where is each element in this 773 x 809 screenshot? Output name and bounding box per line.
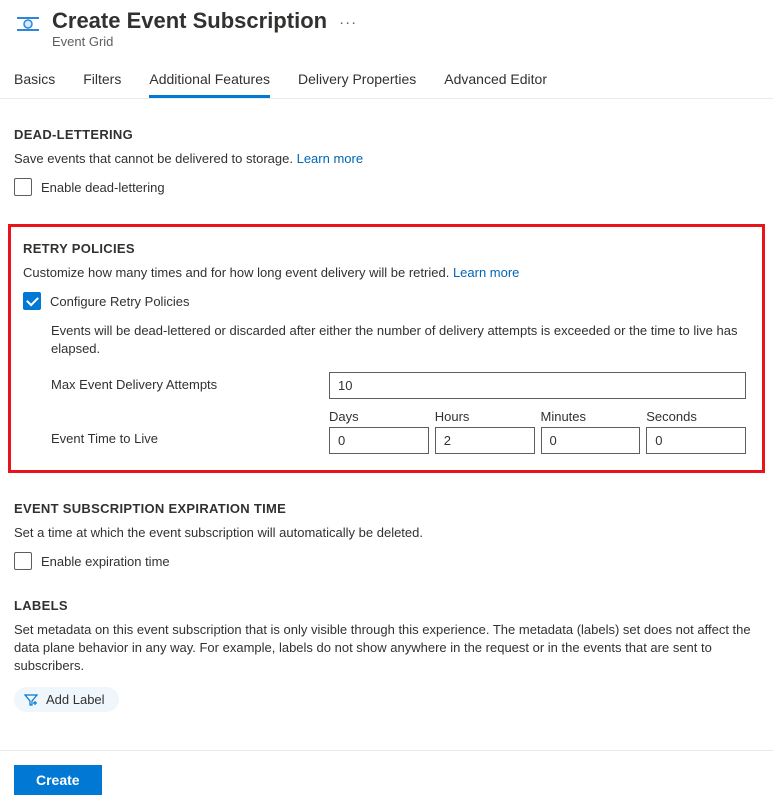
tab-delivery-properties[interactable]: Delivery Properties: [298, 71, 416, 98]
enable-dead-lettering-checkbox[interactable]: [14, 178, 32, 196]
dead-lettering-header: DEAD-LETTERING: [14, 127, 759, 142]
add-label-text: Add Label: [46, 692, 105, 707]
add-label-button[interactable]: Add Label: [14, 687, 119, 712]
ttl-hours-label: Hours: [435, 409, 535, 424]
more-actions-button[interactable]: ···: [333, 14, 363, 31]
filter-add-icon: [24, 694, 38, 706]
retry-policies-desc: Customize how many times and for how lon…: [23, 264, 746, 282]
expiration-desc: Set a time at which the event subscripti…: [14, 524, 759, 542]
enable-expiration-checkbox[interactable]: [14, 552, 32, 570]
page-header: Create Event Subscription ··· Event Grid: [0, 0, 773, 53]
enable-dead-lettering-label: Enable dead-lettering: [41, 180, 165, 195]
max-attempts-input[interactable]: [329, 372, 746, 399]
labels-desc: Set metadata on this event subscription …: [14, 621, 759, 675]
tab-filters[interactable]: Filters: [83, 71, 121, 98]
ttl-days-label: Days: [329, 409, 429, 424]
ttl-seconds-label: Seconds: [646, 409, 746, 424]
configure-retry-checkbox[interactable]: [23, 292, 41, 310]
tab-bar: Basics Filters Additional Features Deliv…: [0, 53, 773, 99]
labels-section: LABELS Set metadata on this event subscr…: [14, 598, 759, 712]
labels-header: LABELS: [14, 598, 759, 613]
retry-policies-learn-more-link[interactable]: Learn more: [453, 265, 519, 280]
page-subtitle: Event Grid: [52, 34, 759, 49]
retry-note: Events will be dead-lettered or discarde…: [51, 322, 746, 358]
expiration-section: EVENT SUBSCRIPTION EXPIRATION TIME Set a…: [14, 501, 759, 570]
event-grid-icon: [14, 10, 42, 38]
ttl-minutes-input[interactable]: [541, 427, 641, 454]
ttl-hours-input[interactable]: [435, 427, 535, 454]
ttl-days-input[interactable]: [329, 427, 429, 454]
retry-policies-desc-text: Customize how many times and for how lon…: [23, 265, 449, 280]
ttl-label: Event Time to Live: [51, 409, 321, 454]
tab-additional-features[interactable]: Additional Features: [149, 71, 270, 98]
footer: Create: [0, 750, 773, 809]
ttl-minutes-label: Minutes: [541, 409, 641, 424]
max-attempts-label: Max Event Delivery Attempts: [51, 372, 321, 399]
tab-basics[interactable]: Basics: [14, 71, 55, 98]
page-title: Create Event Subscription: [52, 8, 327, 34]
configure-retry-label: Configure Retry Policies: [50, 294, 189, 309]
create-button[interactable]: Create: [14, 765, 102, 795]
dead-lettering-learn-more-link[interactable]: Learn more: [297, 151, 363, 166]
retry-policies-section: RETRY POLICIES Customize how many times …: [8, 224, 765, 473]
enable-expiration-label: Enable expiration time: [41, 554, 170, 569]
dead-lettering-desc: Save events that cannot be delivered to …: [14, 150, 759, 168]
ttl-seconds-input[interactable]: [646, 427, 746, 454]
tab-advanced-editor[interactable]: Advanced Editor: [444, 71, 547, 98]
dead-lettering-section: DEAD-LETTERING Save events that cannot b…: [14, 127, 759, 196]
dead-lettering-desc-text: Save events that cannot be delivered to …: [14, 151, 293, 166]
retry-policies-header: RETRY POLICIES: [23, 241, 746, 256]
expiration-header: EVENT SUBSCRIPTION EXPIRATION TIME: [14, 501, 759, 516]
